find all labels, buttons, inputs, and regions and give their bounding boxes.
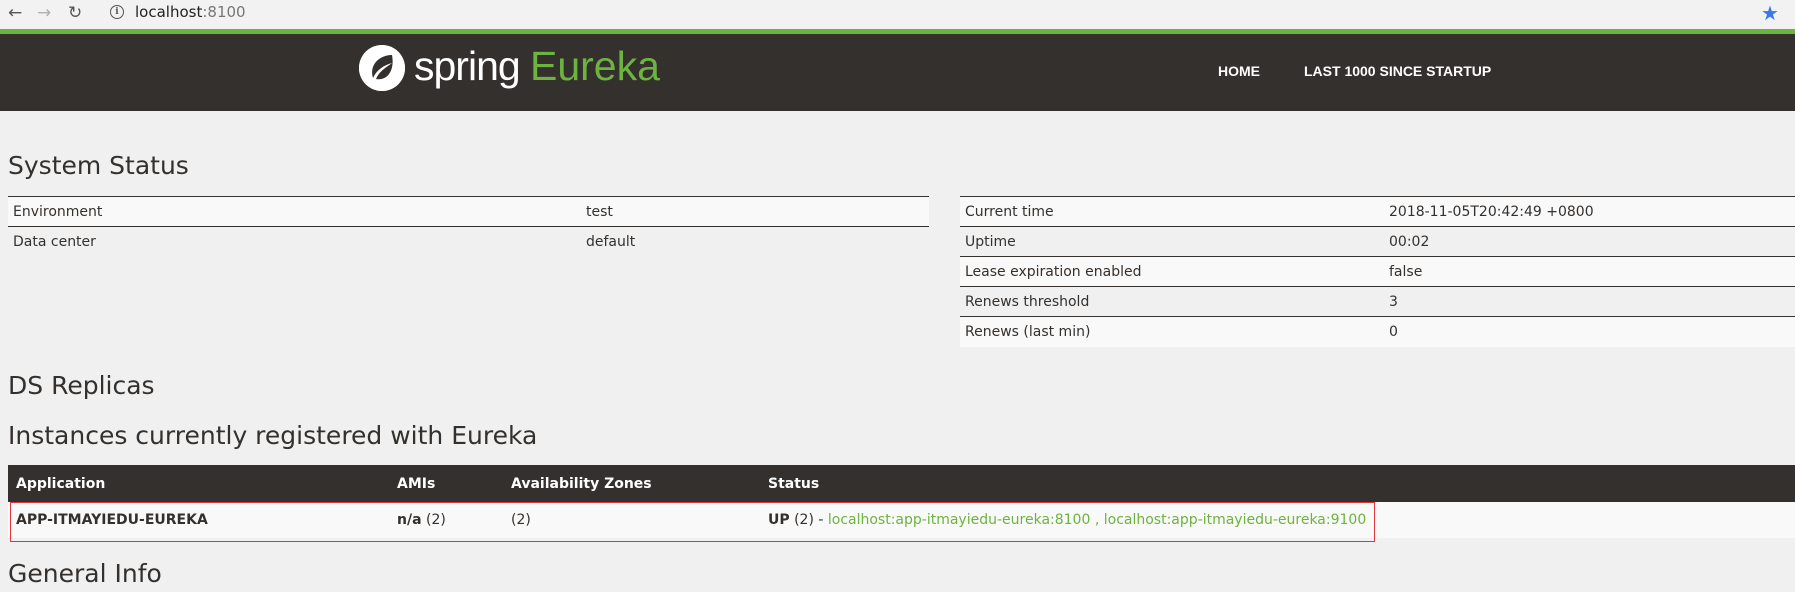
url-port: :8100 — [202, 3, 246, 21]
status-label: Environment — [8, 196, 581, 227]
column-header-application: Application — [8, 465, 389, 502]
table-row: Data center default — [8, 226, 929, 257]
table-header-row: Application AMIs Availability Zones Stat… — [8, 465, 1795, 502]
column-header-zones: Availability Zones — [503, 465, 760, 502]
bookmark-star-icon[interactable]: ★ — [1761, 1, 1779, 25]
status-label: Renews threshold — [960, 286, 1384, 317]
url-text[interactable]: localhost:8100 — [135, 3, 246, 21]
status-label: Lease expiration enabled — [960, 256, 1384, 287]
instance-link-9100[interactable]: localhost:app-itmayiedu-eureka:9100 — [1104, 512, 1367, 528]
status-label: Data center — [8, 226, 581, 257]
nav-home-link[interactable]: HOME — [1218, 63, 1260, 79]
status-up: UP — [768, 512, 790, 528]
table-row: Uptime 00:02 — [960, 226, 1795, 257]
status-value: 2018-11-05T20:42:49 +0800 — [1384, 196, 1795, 227]
table-row: Current time 2018-11-05T20:42:49 +0800 — [960, 196, 1795, 227]
reload-icon[interactable]: ↻ — [68, 3, 82, 23]
url-host: localhost — [135, 3, 203, 21]
forward-arrow-icon[interactable]: → — [37, 3, 51, 23]
status-label: Current time — [960, 196, 1384, 227]
status-value: false — [1384, 256, 1795, 287]
address-bar[interactable] — [100, 1, 1780, 23]
amis-value: n/a — [397, 512, 422, 528]
instance-link-8100[interactable]: localhost:app-itmayiedu-eureka:8100 — [828, 512, 1091, 528]
general-info-heading: General Info — [8, 559, 162, 588]
application-cell: APP-ITMAYIEDU-EUREKA — [8, 502, 389, 538]
status-value: 00:02 — [1384, 226, 1795, 257]
site-info-icon[interactable]: i — [110, 5, 124, 19]
column-header-status: Status — [760, 465, 1795, 502]
app-navbar — [0, 34, 1795, 111]
amis-cell: n/a (2) — [389, 502, 503, 538]
status-label: Renews (last min) — [960, 316, 1384, 347]
zones-cell: (2) — [503, 502, 760, 538]
link-separator: , — [1090, 512, 1104, 528]
instances-table: Application AMIs Availability Zones Stat… — [8, 465, 1795, 538]
table-row: APP-ITMAYIEDU-EUREKA n/a (2) (2) UP (2) … — [8, 502, 1795, 538]
ds-replicas-heading: DS Replicas — [8, 371, 155, 400]
status-label: Uptime — [960, 226, 1384, 257]
status-value: 3 — [1384, 286, 1795, 317]
table-row: Renews (last min) 0 — [960, 316, 1795, 347]
system-status-left-table: Environment test Data center default — [8, 196, 929, 257]
status-value: default — [581, 226, 929, 257]
system-status-heading: System Status — [8, 151, 189, 180]
table-row: Lease expiration enabled false — [960, 256, 1795, 287]
column-header-amis: AMIs — [389, 465, 503, 502]
system-status-right-table: Current time 2018-11-05T20:42:49 +0800 U… — [960, 196, 1795, 347]
brand-eureka-text: Eureka — [530, 43, 660, 89]
instances-heading: Instances currently registered with Eure… — [8, 421, 538, 450]
browser-toolbar: ← → ↻ i localhost:8100 ★ — [0, 0, 1795, 28]
status-value: test — [581, 196, 929, 227]
amis-count: (2) — [421, 512, 446, 528]
spring-leaf-icon — [359, 45, 405, 91]
status-value: 0 — [1384, 316, 1795, 347]
status-count: (2) - — [789, 512, 828, 528]
brand-spring-text: spring — [414, 43, 521, 89]
status-cell: UP (2) - localhost:app-itmayiedu-eureka:… — [760, 502, 1795, 538]
table-row: Renews threshold 3 — [960, 286, 1795, 317]
table-row: Environment test — [8, 196, 929, 227]
back-arrow-icon[interactable]: ← — [8, 3, 22, 23]
nav-last1000-link[interactable]: LAST 1000 SINCE STARTUP — [1304, 63, 1491, 79]
